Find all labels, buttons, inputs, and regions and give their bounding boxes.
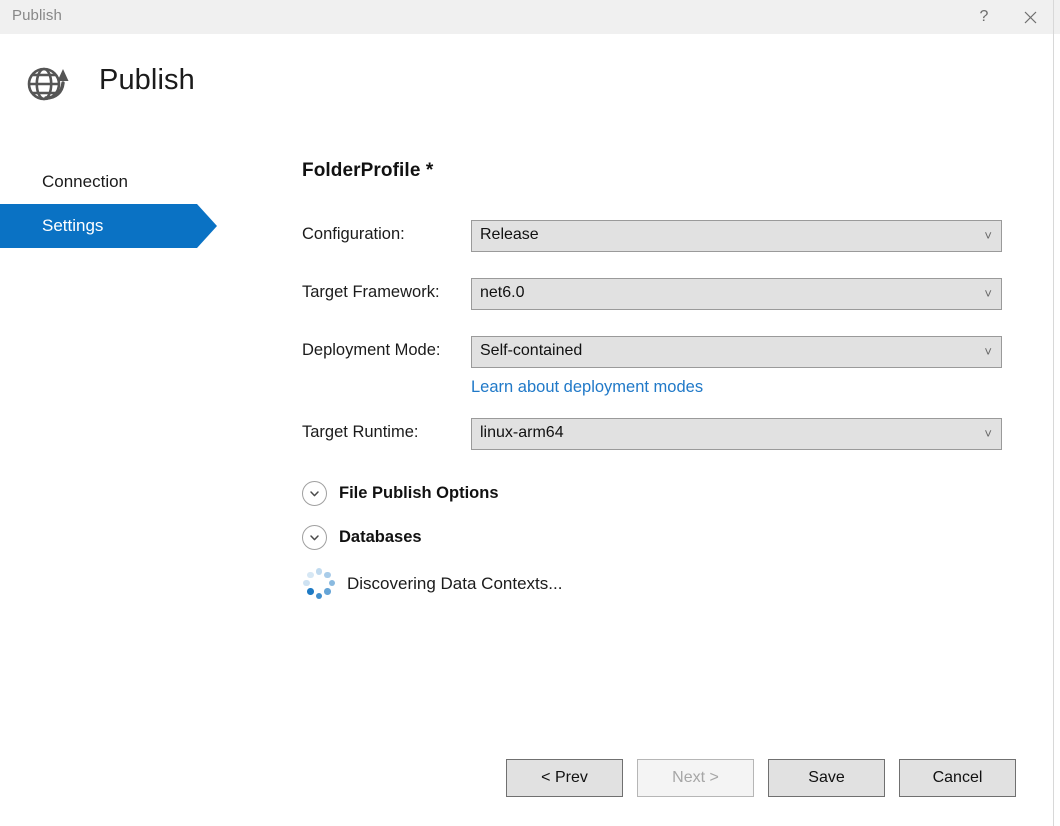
configuration-value: Release (480, 226, 539, 243)
chevron-down-icon: ˅ (984, 426, 992, 441)
target-framework-value: net6.0 (480, 284, 525, 301)
help-button[interactable]: ? (961, 0, 1007, 34)
discovering-data-contexts-status: Discovering Data Contexts... (303, 568, 1010, 600)
sidebar-item-label: Connection (42, 172, 129, 191)
close-icon (1024, 11, 1037, 24)
question-mark-icon: ? (979, 8, 989, 25)
chevron-down-icon: ˅ (984, 286, 992, 301)
chevron-down-icon: ˅ (984, 228, 992, 243)
expander-label: File Publish Options (339, 483, 499, 502)
status-text: Discovering Data Contexts... (347, 574, 563, 593)
databases-expander[interactable]: Databases (302, 520, 642, 554)
learn-about-deployment-modes-link[interactable]: Learn about deployment modes (471, 378, 703, 397)
footer-button-bar: < Prev Next > Save Cancel (506, 759, 1016, 797)
chevron-down-circle-icon (302, 524, 327, 550)
publish-dialog: Publish ? Publish Connection Settings Fo… (0, 0, 1053, 826)
dialog-header: Publish (0, 46, 1053, 118)
profile-name-heading: FolderProfile * (302, 160, 434, 181)
globe-publish-icon (22, 59, 70, 107)
sidebar-item-connection[interactable]: Connection (0, 160, 250, 204)
save-button[interactable]: Save (768, 759, 885, 797)
deployment-mode-label: Deployment Mode: (302, 341, 441, 359)
page-title: Publish (99, 64, 195, 96)
target-runtime-dropdown[interactable]: linux-arm64 ˅ (471, 418, 1002, 450)
target-framework-row: Target Framework: net6.0 ˅ (300, 278, 1010, 310)
sidebar-nav: Connection Settings (0, 160, 250, 248)
close-button[interactable] (1007, 0, 1053, 34)
next-button[interactable]: Next > (637, 759, 754, 797)
dialog-footer: < Prev Next > Save Cancel (0, 740, 1053, 826)
background-window-sliver (1053, 0, 1060, 826)
configuration-label: Configuration: (302, 225, 405, 243)
titlebar-title: Publish (12, 7, 62, 24)
titlebar-button-group: ? (961, 0, 1053, 34)
dialog-titlebar: Publish ? (0, 0, 1053, 34)
file-publish-options-expander[interactable]: File Publish Options (302, 476, 642, 510)
expander-label: Databases (339, 527, 422, 546)
background-window-titlebar-sliver (1054, 0, 1060, 34)
target-framework-dropdown[interactable]: net6.0 ˅ (471, 278, 1002, 310)
sidebar-item-label: Settings (42, 216, 104, 235)
prev-button[interactable]: < Prev (506, 759, 623, 797)
deployment-mode-row: Deployment Mode: Self-contained ˅ (300, 336, 1010, 368)
settings-panel: FolderProfile * Configuration: Release ˅… (300, 160, 1010, 600)
configuration-row: Configuration: Release ˅ (300, 220, 1010, 252)
loading-spinner-icon (303, 568, 335, 600)
chevron-down-icon: ˅ (984, 344, 992, 359)
cancel-button[interactable]: Cancel (899, 759, 1016, 797)
configuration-dropdown[interactable]: Release ˅ (471, 220, 1002, 252)
deployment-mode-dropdown[interactable]: Self-contained ˅ (471, 336, 1002, 368)
target-runtime-label: Target Runtime: (302, 423, 419, 441)
deployment-help-row: Learn about deployment modes (300, 378, 1010, 404)
chevron-down-circle-icon (302, 480, 327, 506)
sidebar-item-settings[interactable]: Settings (0, 204, 217, 248)
target-runtime-row: Target Runtime: linux-arm64 ˅ (300, 418, 1010, 450)
target-framework-label: Target Framework: (302, 283, 440, 301)
target-runtime-value: linux-arm64 (480, 424, 564, 441)
deployment-mode-value: Self-contained (480, 342, 583, 359)
